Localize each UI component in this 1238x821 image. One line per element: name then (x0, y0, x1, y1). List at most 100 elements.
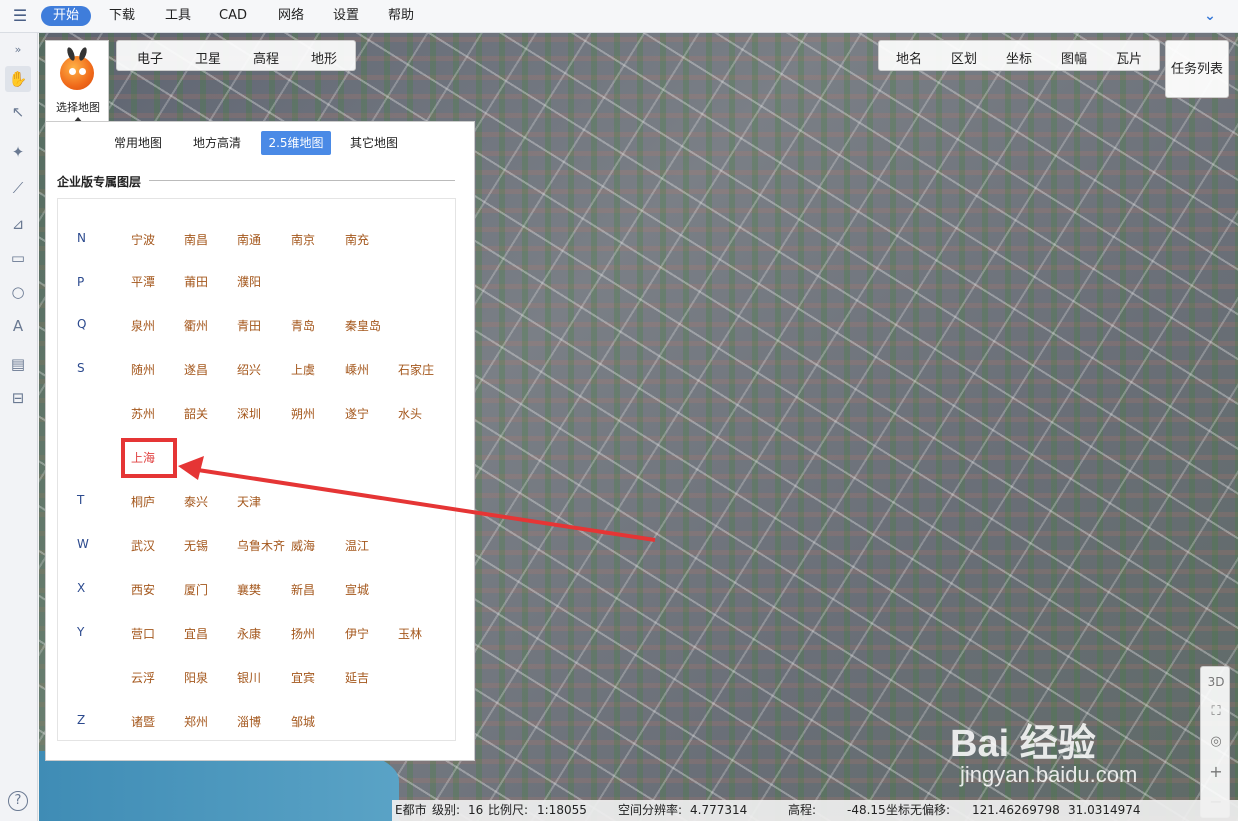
city-item[interactable]: 邹城 (291, 713, 315, 730)
city-item[interactable]: 苏州 (131, 405, 155, 422)
city-item[interactable]: 南通 (237, 231, 261, 248)
status-bar: E都市 级别: 16 比例尺: 1:18055 空间分辨率: 4.777314 … (392, 800, 1238, 821)
tab-common-maps[interactable]: 常用地图 (108, 131, 168, 155)
select-arrow-icon[interactable]: ↖ (5, 99, 31, 125)
city-item[interactable]: 扬州 (291, 625, 315, 642)
city-item[interactable]: 新昌 (291, 581, 315, 598)
city-item[interactable]: 天津 (237, 493, 261, 510)
city-item[interactable]: 莆田 (184, 273, 208, 290)
tab-electronic[interactable]: 电子 (137, 48, 163, 67)
menu-settings[interactable]: 设置 (328, 6, 364, 26)
overlay-tabs: 地名 区划 坐标 图幅 瓦片 (878, 40, 1160, 71)
city-item[interactable]: 泉州 (131, 317, 155, 334)
city-item[interactable]: 随州 (131, 361, 155, 378)
hand-pan-icon[interactable]: ✋ (5, 66, 31, 92)
city-item[interactable]: 濮阳 (237, 273, 261, 290)
city-item[interactable]: 延吉 (345, 669, 369, 686)
hamburger-icon[interactable]: ☰ (9, 6, 31, 26)
city-item[interactable]: 诸暨 (131, 713, 155, 730)
status-scale-label: 比例尺: (488, 803, 529, 817)
city-item[interactable]: 衢州 (184, 317, 208, 334)
city-item[interactable]: 绍兴 (237, 361, 261, 378)
city-item[interactable]: 水头 (398, 405, 422, 422)
text-icon[interactable]: A (5, 313, 31, 339)
tab-2-5d-map[interactable]: 2.5维地图 (261, 131, 331, 155)
fullscreen-icon[interactable]: ⛶ (1201, 697, 1231, 727)
menu-tools[interactable]: 工具 (160, 6, 196, 26)
city-item[interactable]: 温江 (345, 537, 369, 554)
expand-icon[interactable]: » (5, 37, 31, 63)
city-item[interactable]: 宣城 (345, 581, 369, 598)
city-item[interactable]: 永康 (237, 625, 261, 642)
city-item[interactable]: 厦门 (184, 581, 208, 598)
tab-terrain[interactable]: 地形 (311, 48, 337, 67)
city-item[interactable]: 宜宾 (291, 669, 315, 686)
chevron-double-down-icon[interactable]: ⌄ (1200, 6, 1220, 26)
tab-local-hd[interactable]: 地方高清 (186, 131, 248, 155)
city-item[interactable]: 西安 (131, 581, 155, 598)
city-item[interactable]: 深圳 (237, 405, 261, 422)
measure-area-icon[interactable]: ⊟ (5, 385, 31, 411)
city-item[interactable]: 伊宁 (345, 625, 369, 642)
polyline-icon[interactable]: ⟋ (5, 175, 31, 201)
area-icon[interactable]: ⊿ (5, 211, 31, 237)
city-item[interactable]: 南京 (291, 231, 315, 248)
tab-other-maps[interactable]: 其它地图 (344, 131, 404, 155)
city-item[interactable]: 武汉 (131, 537, 155, 554)
locate-icon[interactable]: ◎ (1201, 727, 1231, 757)
city-item[interactable]: 宜昌 (184, 625, 208, 642)
polygon-icon[interactable]: ✦ (5, 139, 31, 165)
menu-cad[interactable]: CAD (215, 6, 251, 26)
task-list-button[interactable]: 任务列表 (1165, 40, 1229, 98)
select-map-button[interactable]: 选择地图 (45, 40, 109, 123)
city-item[interactable]: 威海 (291, 537, 315, 554)
city-item[interactable]: 宁波 (131, 231, 155, 248)
city-item[interactable]: 玉林 (398, 625, 422, 642)
menu-help[interactable]: 帮助 (383, 6, 419, 26)
tab-satellite[interactable]: 卫星 (195, 48, 221, 67)
menu-network[interactable]: 网络 (273, 6, 309, 26)
tab-map-sheet[interactable]: 图幅 (1061, 48, 1087, 67)
ruler-icon[interactable]: ▤ (5, 351, 31, 377)
city-item[interactable]: 郑州 (184, 713, 208, 730)
city-item[interactable]: 桐庐 (131, 493, 155, 510)
menu-download[interactable]: 下载 (104, 6, 140, 26)
city-item[interactable]: 银川 (237, 669, 261, 686)
city-item[interactable]: 韶关 (184, 405, 208, 422)
city-item[interactable]: 上虞 (291, 361, 315, 378)
tab-district[interactable]: 区划 (951, 48, 977, 67)
section-title: 企业版专属图层 (57, 175, 142, 189)
3d-toggle[interactable]: 3D (1201, 667, 1231, 697)
help-icon[interactable]: ? (8, 791, 28, 811)
tab-placename[interactable]: 地名 (896, 48, 922, 67)
city-item[interactable]: 遂宁 (345, 405, 369, 422)
city-item[interactable]: 乌鲁木齐 (237, 537, 285, 554)
city-item[interactable]: 无锡 (184, 537, 208, 554)
map-controls: 3D ⛶ ◎ + − (1200, 666, 1230, 818)
city-item[interactable]: 南充 (345, 231, 369, 248)
tab-elevation[interactable]: 高程 (253, 48, 279, 67)
city-item[interactable]: 襄樊 (237, 581, 261, 598)
tab-coordinate[interactable]: 坐标 (1006, 48, 1032, 67)
tab-tile[interactable]: 瓦片 (1116, 48, 1142, 67)
city-item[interactable]: 秦皇岛 (345, 317, 381, 334)
rectangle-icon[interactable]: ▭ (5, 245, 31, 271)
city-item[interactable]: 泰兴 (184, 493, 208, 510)
city-item[interactable]: 青田 (237, 317, 261, 334)
city-item[interactable]: 云浮 (131, 669, 155, 686)
city-item[interactable]: 淄博 (237, 713, 261, 730)
city-item[interactable]: 南昌 (184, 231, 208, 248)
circle-icon[interactable]: ○ (5, 279, 31, 305)
city-item[interactable]: 遂昌 (184, 361, 208, 378)
menu-start[interactable]: 开始 (41, 6, 91, 26)
watermark-url: jingyan.baidu.com (960, 762, 1138, 787)
city-item[interactable]: 嵊州 (345, 361, 369, 378)
city-item[interactable]: 营口 (131, 625, 155, 642)
city-item[interactable]: 朔州 (291, 405, 315, 422)
status-lon: 121.46269798 (972, 803, 1060, 817)
city-item[interactable]: 阳泉 (184, 669, 208, 686)
city-item[interactable]: 平潭 (131, 273, 155, 290)
zoom-in-button[interactable]: + (1201, 757, 1231, 787)
city-item[interactable]: 青岛 (291, 317, 315, 334)
city-item[interactable]: 石家庄 (398, 361, 434, 378)
